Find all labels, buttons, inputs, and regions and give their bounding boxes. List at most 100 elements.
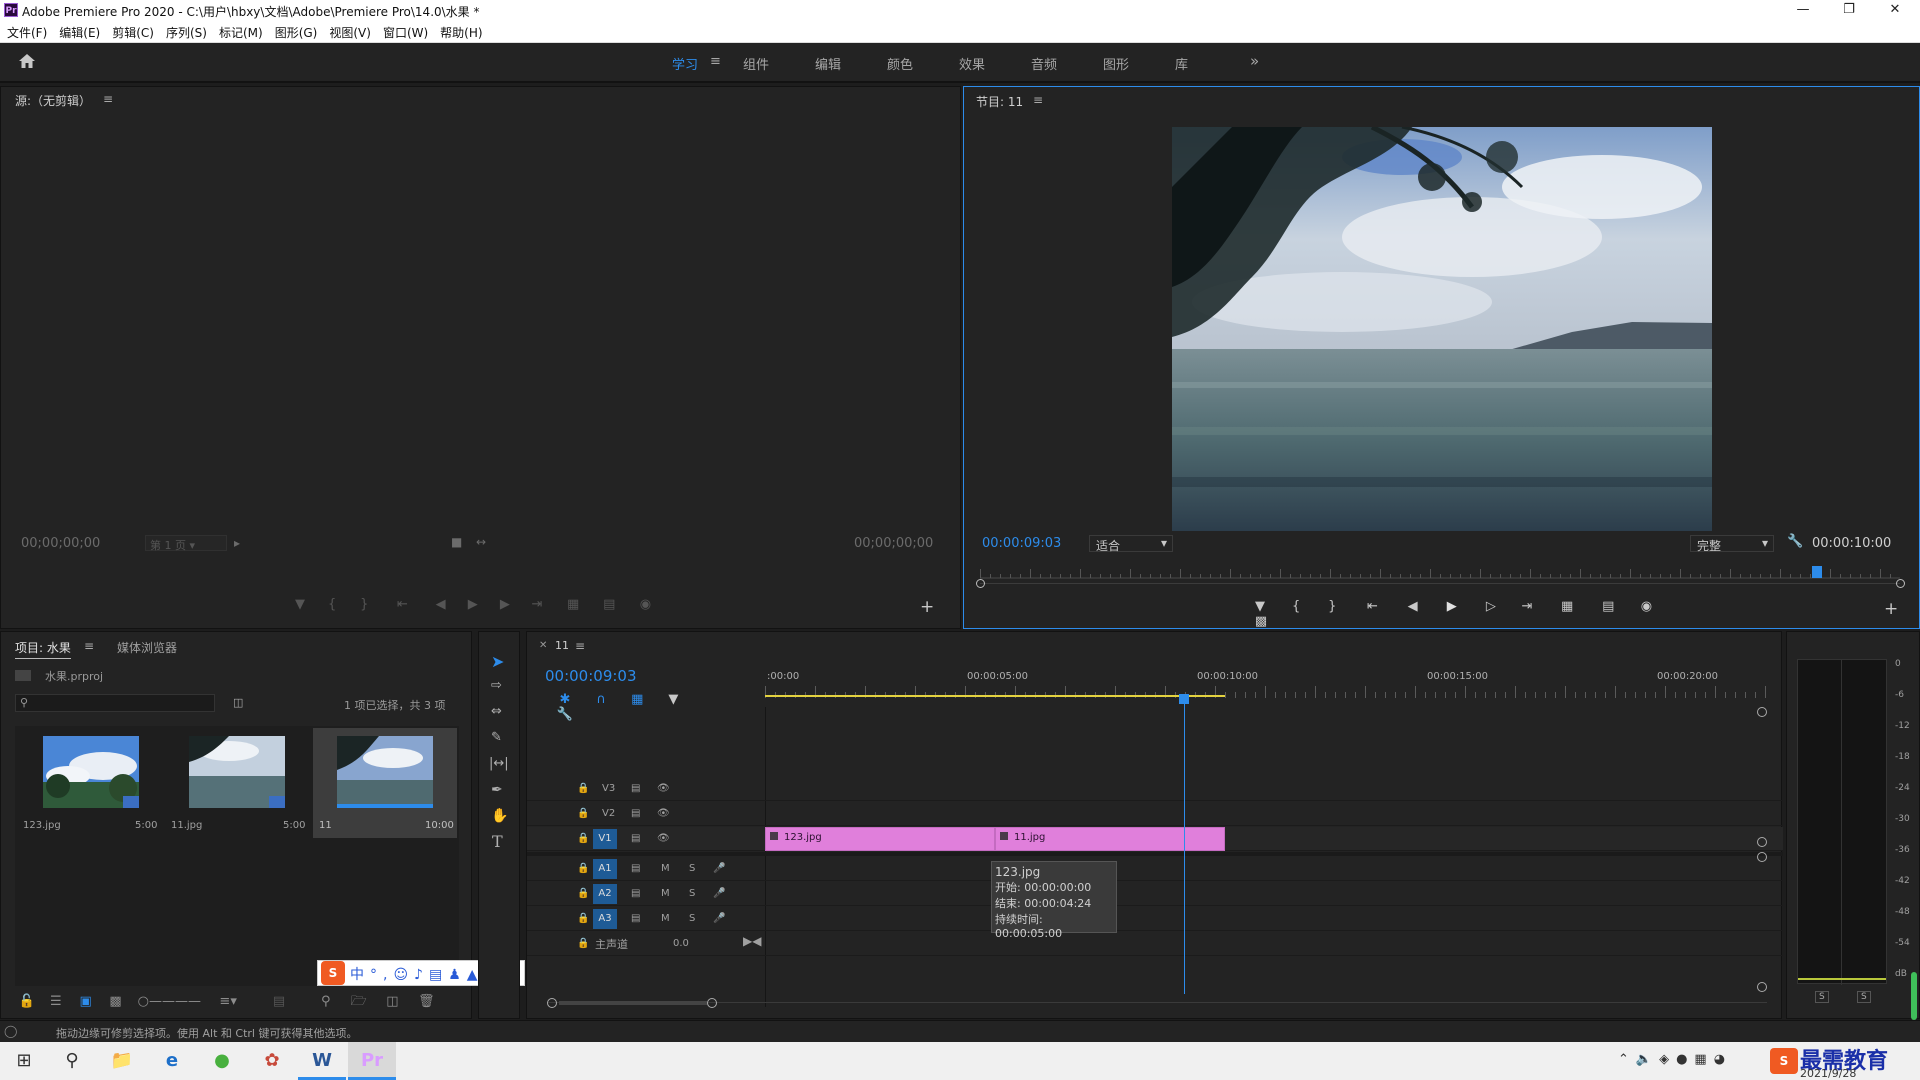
source-add-button-icon[interactable]: + <box>920 597 934 617</box>
program-go-to-in-icon[interactable]: ⇤ <box>1352 599 1392 614</box>
track-solo-button[interactable]: S <box>689 888 695 899</box>
source-step-back-icon[interactable]: ◀ <box>427 597 455 612</box>
track-voiceover-icon[interactable]: 🎤 <box>713 913 725 924</box>
source-split-icon[interactable]: ↔ <box>476 535 486 549</box>
icon-view-icon[interactable]: ▣ <box>73 994 99 1009</box>
track-label[interactable]: A2 <box>593 884 617 904</box>
timeline-tab[interactable]: 11 <box>555 639 569 652</box>
workspace-editing[interactable]: 编辑 <box>815 54 841 73</box>
program-zoom-select[interactable]: 适合 ▾ <box>1089 535 1173 553</box>
menu-edit[interactable]: 编辑(E) <box>52 21 105 41</box>
menu-graphics[interactable]: 图形(G) <box>268 21 323 41</box>
program-zoom-handle-right[interactable] <box>1896 579 1905 588</box>
workspace-menu-icon[interactable]: ≡ <box>710 54 721 69</box>
track-label[interactable]: A3 <box>593 909 617 929</box>
source-step-forward-icon[interactable]: ▶ <box>491 597 519 612</box>
project-search-input[interactable]: ⚲ <box>15 694 215 712</box>
sogou-ime-icon[interactable]: S <box>321 961 345 985</box>
menu-marker[interactable]: 标记(M) <box>212 21 268 41</box>
program-step-forward-icon[interactable]: ▷ <box>1475 599 1507 614</box>
ripple-edit-tool-icon[interactable]: ⇔ <box>491 704 502 719</box>
track-label[interactable]: A1 <box>593 859 617 879</box>
program-menu-icon[interactable]: ≡ <box>1033 93 1043 107</box>
automate-icon[interactable]: ▤ <box>250 994 308 1009</box>
source-timecode-in[interactable]: 00;00;00;00 <box>21 536 100 551</box>
clip-123jpg[interactable]: 123.jpg <box>765 827 995 851</box>
program-play-icon[interactable]: ▶ <box>1433 599 1471 614</box>
type-tool-icon[interactable]: T <box>492 832 503 851</box>
slip-tool-icon[interactable]: |↔| <box>489 756 509 771</box>
workspace-color[interactable]: 颜色 <box>887 54 913 73</box>
razor-tool-icon[interactable]: ✎ <box>491 730 502 745</box>
source-page-select[interactable]: 第 1 页 ▾ <box>145 535 227 552</box>
track-label[interactable]: V2 <box>602 808 615 819</box>
program-playhead[interactable] <box>1812 566 1823 578</box>
track-lock-icon[interactable]: 🔒 <box>577 783 589 794</box>
source-go-to-out-icon[interactable]: ⇥ <box>523 597 551 612</box>
master-volume-value[interactable]: 0.0 <box>673 938 689 949</box>
program-time-ruler[interactable] <box>980 565 1901 579</box>
program-extract-icon[interactable]: ▤ <box>1591 599 1625 614</box>
source-page-next-icon[interactable]: ▸ <box>234 536 240 550</box>
workspace-graphics[interactable]: 图形 <box>1103 54 1129 73</box>
program-lift-icon[interactable]: ▦ <box>1547 599 1587 614</box>
program-export-frame-icon[interactable]: ◉ <box>1629 599 1663 614</box>
trash-icon[interactable]: 🗑 <box>411 994 441 1009</box>
program-settings-wrench-icon[interactable]: 🔧 <box>1787 534 1803 549</box>
clip-11jpg[interactable]: 11.jpg <box>995 827 1225 851</box>
selection-tool-icon[interactable]: ➤ <box>491 652 504 671</box>
source-add-marker-icon[interactable]: ▼ <box>286 597 314 612</box>
track-eye-icon[interactable]: 👁 <box>657 783 670 794</box>
program-mark-in-icon[interactable]: { <box>1280 599 1312 614</box>
project-item-sequence-11[interactable]: 11 10:00 <box>313 728 457 838</box>
word-icon[interactable]: W <box>298 1042 346 1080</box>
source-play-icon[interactable]: ▶ <box>459 597 487 612</box>
timeline-menu-icon[interactable]: ≡ <box>575 639 585 653</box>
snap-icon[interactable]: ∩ <box>585 692 617 707</box>
track-lock-icon[interactable]: 🔒 <box>577 913 589 924</box>
track-voiceover-icon[interactable]: 🎤 <box>713 888 725 899</box>
new-bin-icon[interactable]: 🗁 <box>344 992 374 1014</box>
program-title[interactable]: 节目: 11 <box>976 93 1023 110</box>
track-voiceover-icon[interactable]: 🎤 <box>713 863 725 874</box>
video-scroll-handle-top[interactable] <box>1757 707 1767 717</box>
menu-help[interactable]: 帮助(H) <box>433 21 487 41</box>
track-eye-icon[interactable]: 👁 <box>657 808 670 819</box>
program-mark-out-icon[interactable]: } <box>1316 599 1348 614</box>
track-sync-icon[interactable]: ▤ <box>631 888 640 899</box>
zoom-slider[interactable]: ○———— <box>132 994 206 1009</box>
project-menu-icon[interactable]: ≡ <box>84 639 94 653</box>
program-zoom-bar[interactable] <box>980 583 1900 584</box>
list-view-icon[interactable]: ☰ <box>43 994 69 1009</box>
pen-tool-icon[interactable]: ✒ <box>491 782 503 798</box>
source-mark-out-icon[interactable]: } <box>350 597 378 612</box>
timeline-current-time[interactable]: 00:00:09:03 <box>545 667 637 685</box>
source-go-to-in-icon[interactable]: ⇤ <box>382 597 422 612</box>
timeline-playhead-line[interactable] <box>1183 694 1185 994</box>
track-lock-icon[interactable]: 🔒 <box>577 863 589 874</box>
home-icon[interactable] <box>18 53 36 72</box>
program-add-button-icon[interactable]: + <box>1884 599 1898 619</box>
timeline-close-icon[interactable]: ✕ <box>539 640 547 651</box>
project-tab[interactable]: 项目: 水果 <box>15 639 71 659</box>
track-lock-icon[interactable]: 🔒 <box>577 808 589 819</box>
program-step-back-icon[interactable]: ◀ <box>1397 599 1429 614</box>
nest-toggle-icon[interactable]: ✱ <box>549 692 581 707</box>
green-app-icon[interactable]: ● <box>198 1042 246 1080</box>
track-mute-button[interactable]: M <box>661 863 670 874</box>
program-compare-icon[interactable]: ▩ <box>1244 614 1278 629</box>
media-browser-tab[interactable]: 媒体浏览器 <box>117 639 177 656</box>
track-sync-icon[interactable]: ▤ <box>631 913 640 924</box>
scroll-thumb[interactable] <box>559 1001 707 1005</box>
source-fit-icon[interactable]: ■ <box>451 535 462 549</box>
menu-window[interactable]: 窗口(W) <box>376 21 433 41</box>
workspace-assembly[interactable]: 组件 <box>743 54 769 73</box>
new-search-bin-icon[interactable]: ◫ <box>233 696 243 709</box>
track-mute-button[interactable]: M <box>661 913 670 924</box>
red-app-icon[interactable]: ✿ <box>248 1042 296 1080</box>
new-item-icon[interactable]: ◫ <box>377 994 407 1009</box>
source-menu-icon[interactable]: ≡ <box>103 92 113 106</box>
find-icon[interactable]: ⚲ <box>312 994 340 1009</box>
sogou-tray-icon[interactable]: S <box>1770 1048 1798 1074</box>
track-sync-icon[interactable]: ▤ <box>631 833 640 844</box>
